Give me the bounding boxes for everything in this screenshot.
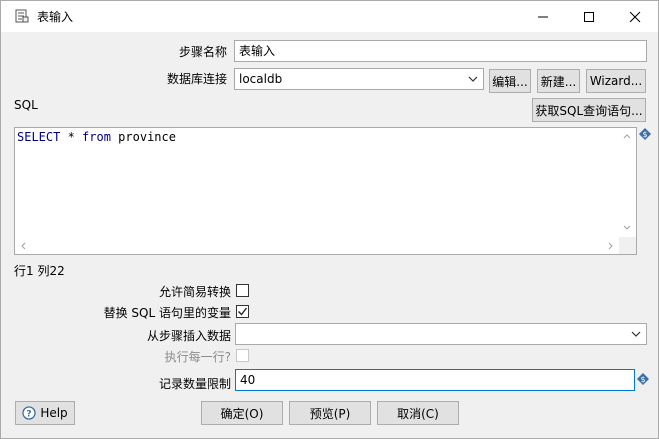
ok-button[interactable]: 确定(O): [201, 401, 283, 425]
replace-variables-checkbox[interactable]: [236, 305, 249, 318]
help-icon: ?: [22, 406, 36, 420]
insert-from-step-label: 从步骤插入数据: [146, 329, 231, 343]
cursor-position: 行1 列22: [14, 264, 65, 278]
title-bar: 表输入: [1, 1, 658, 32]
window-title: 表输入: [37, 10, 74, 24]
sql-text-star: *: [60, 130, 83, 144]
sql-horizontal-scrollbar[interactable]: [15, 237, 619, 254]
step-name-label: 步骤名称: [178, 45, 227, 59]
lazy-conversion-checkbox[interactable]: [236, 284, 249, 297]
scroll-left-icon: [21, 242, 26, 250]
limit-input[interactable]: 40: [235, 369, 635, 391]
insert-from-step-select[interactable]: [235, 323, 647, 345]
variable-icon: $: [639, 128, 651, 140]
maximize-icon: [584, 11, 594, 22]
sql-vertical-scrollbar[interactable]: [619, 128, 636, 237]
close-button[interactable]: [612, 1, 658, 32]
scroll-right-icon: [608, 242, 613, 250]
preview-button[interactable]: 预览(P): [289, 401, 371, 425]
sql-keyword-select: SELECT: [17, 130, 61, 144]
db-connection-label: 数据库连接: [166, 72, 227, 86]
variable-icon: $: [637, 373, 649, 385]
execute-each-row-label: 执行每一行?: [164, 350, 231, 364]
lazy-conversion-label: 允许简易转换: [158, 285, 231, 299]
limit-label: 记录数量限制: [158, 377, 231, 391]
sql-editor[interactable]: SELECT * from province: [14, 127, 637, 255]
scroll-down-icon: [623, 225, 631, 230]
edit-connection-button[interactable]: 编辑...: [489, 69, 531, 93]
maximize-button[interactable]: [566, 1, 612, 32]
sql-label: SQL: [14, 98, 38, 112]
execute-each-row-checkbox[interactable]: [236, 349, 249, 362]
table-input-icon: [15, 9, 29, 23]
new-connection-button[interactable]: 新建...: [537, 69, 580, 93]
db-connection-value: localdb: [239, 72, 283, 86]
cancel-button[interactable]: 取消(C): [377, 401, 459, 425]
svg-text:$: $: [642, 130, 647, 139]
help-button[interactable]: ? Help: [15, 401, 75, 425]
sql-text: SELECT * from province: [17, 130, 176, 144]
replace-variables-label: 替换 SQL 语句里的变量: [103, 306, 231, 320]
chevron-down-icon: [467, 69, 479, 89]
scrollbar-corner: [619, 237, 636, 254]
checkmark-icon: [238, 307, 248, 316]
minimize-icon: [538, 16, 548, 17]
step-name-input[interactable]: 表输入: [234, 40, 647, 62]
db-connection-select[interactable]: localdb: [234, 68, 484, 90]
minimize-button[interactable]: [520, 1, 566, 32]
get-sql-button[interactable]: 获取SQL查询语句...: [532, 98, 646, 122]
wizard-button[interactable]: Wizard...: [586, 69, 646, 93]
table-input-dialog: 表输入 步骤名称 表输入 数据库连接 localdb 编辑... 新建... W…: [0, 0, 659, 439]
sql-keyword-from: from: [82, 130, 111, 144]
sql-text-table: province: [110, 130, 176, 144]
scroll-up-icon: [623, 134, 631, 139]
close-icon: [629, 11, 641, 22]
svg-text:$: $: [640, 375, 645, 384]
svg-text:?: ?: [27, 410, 32, 420]
chevron-down-icon: [630, 324, 642, 344]
help-button-label: Help: [40, 406, 68, 420]
